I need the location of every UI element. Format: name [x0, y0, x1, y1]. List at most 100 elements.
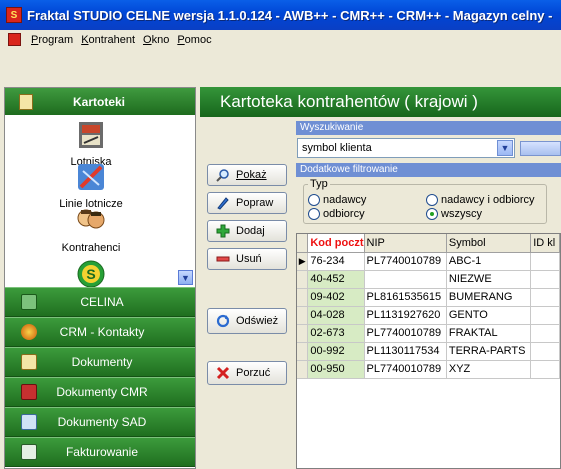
menu-kontrahent[interactable]: Kontrahent: [77, 34, 139, 46]
table-cell: PL1131927620: [364, 306, 447, 325]
table-row[interactable]: 40-452 NIEZWE: [297, 270, 560, 289]
svg-text:S: S: [86, 266, 95, 282]
cancel-button-label: Porzuć: [236, 367, 271, 379]
module-celina[interactable]: CELINA: [5, 287, 195, 317]
magnifier-icon: [216, 169, 229, 182]
table-cell: TERRA-PARTS: [446, 342, 532, 361]
celina-icon: [21, 294, 37, 310]
menu-okno[interactable]: Okno: [139, 34, 173, 46]
column-header-kod-pocztowy[interactable]: Kod poczt: [307, 234, 365, 253]
radio-dot: [426, 194, 438, 206]
radio-label: odbiorcy: [323, 208, 365, 220]
menu-pomoc[interactable]: Pomoc: [173, 34, 215, 46]
table-cell: PL7740010789: [364, 324, 447, 343]
scroll-down-button[interactable]: ▼: [178, 270, 193, 285]
table-row[interactable]: 00-950 PL7740010789 XYZ: [297, 360, 560, 379]
table-row[interactable]: 00-992 PL1130117534 TERRA-PARTS: [297, 342, 560, 361]
table-cell: 76-234: [307, 252, 365, 271]
plus-icon: [216, 224, 230, 238]
pencil-icon: [217, 197, 229, 210]
table-cell: [530, 252, 560, 271]
table-row[interactable]: 09-402 PL8161535615 BUMERANG: [297, 288, 560, 307]
dollar-icon[interactable]: S: [76, 259, 106, 287]
module-label: Dokumenty: [71, 355, 133, 369]
radio-nadawcy[interactable]: nadawcy: [308, 194, 366, 206]
table-cell: 00-992: [307, 342, 365, 361]
radio-wszyscy[interactable]: wszyscy: [426, 208, 482, 220]
show-button-label: Pokaż: [236, 169, 267, 181]
table-row[interactable]: ▶ 76-234 PL7740010789 ABC-1: [297, 252, 560, 271]
search-field-select[interactable]: symbol klienta ▼: [297, 138, 515, 158]
table-cell: PL8161535615: [364, 288, 447, 307]
show-button[interactable]: Pokaż: [207, 164, 287, 186]
radio-label: nadawcy i odbiorcy: [441, 194, 535, 206]
search-section-header: Wyszukiwanie: [296, 121, 561, 135]
sidebar-title: Kartoteki: [72, 94, 125, 109]
type-filter-label: Typ: [308, 178, 330, 190]
table-cell: FRAKTAL: [446, 324, 532, 343]
module-dokumenty-cmr[interactable]: Dokumenty CMR: [5, 377, 195, 407]
table-cell: [530, 360, 560, 379]
sidebar-header: Kartoteki: [5, 88, 195, 115]
document-icon: [21, 354, 37, 370]
page-header: Kartoteka kontrahentów ( krajowi ): [200, 87, 561, 117]
truck-icon: [21, 384, 37, 400]
add-button-label: Dodaj: [236, 225, 265, 237]
table-cell: [530, 324, 560, 343]
refresh-button[interactable]: Odśwież: [207, 308, 287, 334]
sidebar-entry-list: Lotniska Linie lotnicze Kontrahenci S ▼: [5, 115, 195, 287]
table-cell: PL7740010789: [364, 252, 447, 271]
crm-icon: [21, 324, 37, 340]
radio-nadawcy-i-odbiorcy[interactable]: nadawcy i odbiorcy: [426, 194, 535, 206]
sidebar-entry-label: Kontrahenci: [61, 242, 121, 254]
module-crm-kontakty[interactable]: CRM - Kontakty: [5, 317, 195, 347]
radio-label: wszyscy: [441, 208, 482, 220]
sidebar-entry-linie-lotnicze[interactable]: Linie lotnicze: [5, 161, 177, 210]
minus-icon: [216, 256, 230, 262]
radio-dot: [308, 208, 320, 220]
app-window: S Fraktal STUDIO CELNE wersja 1.1.0.124 …: [0, 0, 561, 469]
column-header-symbol[interactable]: Symbol: [446, 234, 532, 253]
radio-odbiorcy[interactable]: odbiorcy: [308, 208, 365, 220]
chevron-down-icon[interactable]: ▼: [497, 140, 513, 156]
table-cell: PL1130117534: [364, 342, 447, 361]
airlines-icon: [78, 164, 104, 190]
edit-button[interactable]: Popraw: [207, 192, 287, 214]
current-row-indicator-icon: ▶: [297, 252, 309, 271]
row-indicator: [297, 270, 309, 289]
table-cell: XYZ: [446, 360, 532, 379]
table-cell: PL7740010789: [364, 360, 447, 379]
module-label: CELINA: [80, 295, 124, 309]
row-indicator: [297, 342, 309, 361]
airports-icon: [79, 122, 103, 148]
column-header-id-klienta[interactable]: ID kl: [530, 234, 560, 253]
row-indicator: [297, 360, 309, 379]
window-title: Fraktal STUDIO CELNE wersja 1.1.0.124 - …: [27, 7, 553, 23]
table-cell: BUMERANG: [446, 288, 532, 307]
table-row[interactable]: 04-028 PL1131927620 GENTO: [297, 306, 560, 325]
refresh-icon: [216, 314, 230, 328]
system-menu-icon[interactable]: [8, 33, 21, 46]
menu-program[interactable]: Program: [27, 34, 77, 46]
table-cell: GENTO: [446, 306, 532, 325]
search-input[interactable]: [520, 141, 561, 156]
invoice-icon: [21, 444, 37, 460]
filter-section-header: Dodatkowe filtrowanie: [296, 163, 561, 177]
table-cell: ABC-1: [446, 252, 532, 271]
sidebar-entry-kontrahenci[interactable]: Kontrahenci: [5, 205, 177, 254]
table-row[interactable]: 02-673 PL7740010789 FRAKTAL: [297, 324, 560, 343]
module-dokumenty-sad[interactable]: Dokumenty SAD: [5, 407, 195, 437]
module-label: CRM - Kontakty: [59, 325, 145, 339]
table-cell: 40-452: [307, 270, 365, 289]
add-button[interactable]: Dodaj: [207, 220, 287, 242]
table-cell: [530, 270, 560, 289]
radio-label: nadawcy: [323, 194, 367, 206]
column-header-nip[interactable]: NIP: [364, 234, 447, 253]
close-icon: [216, 366, 230, 380]
contractors-table: Kod poczt NIP Symbol ID kl ▶ 76-234 PL77…: [296, 233, 561, 469]
delete-button[interactable]: Usuń: [207, 248, 287, 270]
module-dokumenty[interactable]: Dokumenty: [5, 347, 195, 377]
cancel-button[interactable]: Porzuć: [207, 361, 287, 385]
page-title: Kartoteka kontrahentów ( krajowi ): [220, 92, 478, 111]
module-fakturowanie[interactable]: Fakturowanie: [5, 437, 195, 467]
